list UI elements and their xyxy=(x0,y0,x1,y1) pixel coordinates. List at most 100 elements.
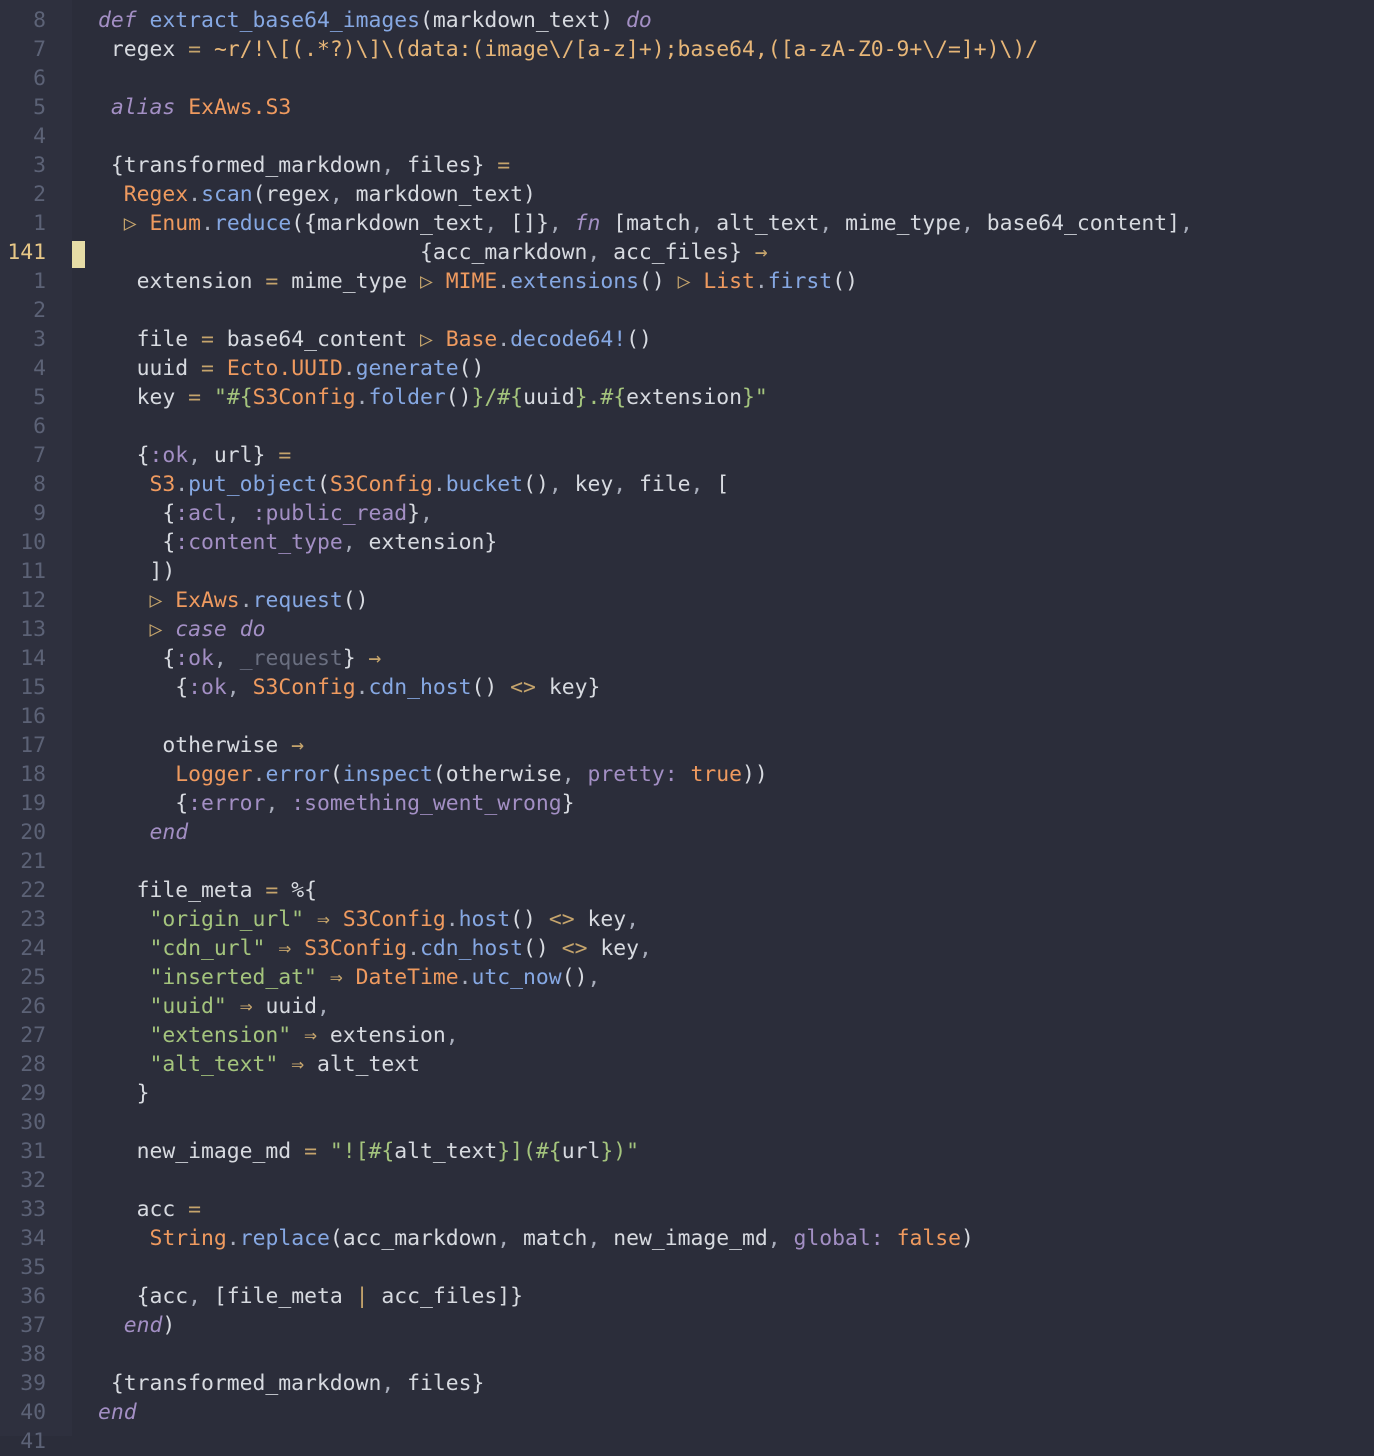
code-token: → xyxy=(291,733,305,758)
code-token: :public_read xyxy=(252,501,408,526)
code-area[interactable]: def extract_base64_images(markdown_text)… xyxy=(72,0,1374,1436)
code-line[interactable]: {:ok, S3Config.cdn_host() <> key} xyxy=(98,673,600,702)
code-token: , xyxy=(690,211,704,236)
code-token: Enum xyxy=(149,211,202,236)
code-line[interactable]: end xyxy=(98,818,189,847)
code-line[interactable]: {:ok, _request} → xyxy=(98,644,381,673)
code-line[interactable]: end xyxy=(98,1398,137,1427)
code-line[interactable]: ▷ case do xyxy=(98,615,266,644)
code-token: . xyxy=(458,965,472,990)
code-token: S3Config xyxy=(329,472,433,497)
code-line[interactable]: {:error, :something_went_wrong} xyxy=(98,789,574,818)
line-number: 2 xyxy=(33,298,46,323)
code-token: , xyxy=(497,1226,511,1251)
code-token: ▷ xyxy=(123,211,137,236)
code-line[interactable]: file_meta = %{ xyxy=(98,876,317,905)
code-line[interactable]: ▷ ExAws.request() xyxy=(98,586,369,615)
code-line[interactable]: "alt_text" ⇒ alt_text xyxy=(98,1050,420,1079)
code-token: → xyxy=(368,646,382,671)
code-line[interactable]: String.replace(acc_markdown, match, new_… xyxy=(98,1224,974,1253)
code-token: () xyxy=(510,907,549,932)
code-line[interactable]: S3.put_object(S3Config.bucket(), key, fi… xyxy=(98,470,730,499)
code-token: , xyxy=(316,994,330,1019)
code-line[interactable]: "extension" ⇒ extension, xyxy=(98,1021,459,1050)
line-number: 19 xyxy=(20,791,46,816)
code-line[interactable]: {:ok, url} = xyxy=(98,441,292,470)
code-line[interactable]: ▷ Enum.reduce({markdown_text, []}, fn [m… xyxy=(98,209,1193,238)
code-line[interactable]: "origin_url" ⇒ S3Config.host() <> key, xyxy=(98,905,639,934)
code-token: first xyxy=(767,269,833,294)
code-token: base64_content xyxy=(213,327,420,352)
code-token: :ok xyxy=(188,675,227,700)
code-token: base64_content] xyxy=(973,211,1180,236)
code-token: utc_now xyxy=(471,965,562,990)
code-line[interactable]: } xyxy=(98,1079,150,1108)
code-line[interactable]: "uuid" ⇒ uuid, xyxy=(98,992,330,1021)
line-number: 40 xyxy=(20,1400,46,1425)
code-token: true xyxy=(690,762,743,787)
code-line[interactable]: key = "#{S3Config.folder()}/#{uuid}.#{ex… xyxy=(98,383,768,412)
code-line[interactable]: Logger.error(inspect(otherwise, pretty: … xyxy=(98,760,768,789)
code-token: :something_went_wrong xyxy=(291,791,562,816)
code-line[interactable]: uuid = Ecto.UUID.generate() xyxy=(98,354,485,383)
code-line[interactable]: extension = mime_type ▷ MIME.extensions(… xyxy=(98,267,858,296)
code-line[interactable]: ]) xyxy=(98,557,176,586)
code-line[interactable]: otherwise → xyxy=(98,731,304,760)
code-line[interactable]: Regex.scan(regex, markdown_text) xyxy=(98,180,536,209)
code-line[interactable]: acc = xyxy=(98,1195,201,1224)
code-token: , xyxy=(613,472,627,497)
code-token: }/#{ xyxy=(471,385,524,410)
code-line[interactable]: "inserted_at" ⇒ DateTime.utc_now(), xyxy=(98,963,601,992)
code-line[interactable]: {acc_markdown, acc_files} → xyxy=(98,238,768,267)
line-number: 36 xyxy=(20,1284,46,1309)
code-token: files} xyxy=(394,1371,485,1396)
code-token: alt_text xyxy=(304,1052,420,1077)
code-token: ▷ xyxy=(419,269,433,294)
code-line[interactable]: {acc, [file_meta | acc_files]} xyxy=(98,1282,523,1311)
code-token: , xyxy=(638,936,652,961)
line-number: 18 xyxy=(20,762,46,787)
code-editor[interactable]: 8 7 6 5 4 3 2 1 141 1 2 3 4 5 6 7 8 9 10 11 12 13 14 15 16 17 18 19… xyxy=(0,0,1374,1454)
code-token: S3Config xyxy=(342,907,446,932)
code-token: extract_base64_images xyxy=(149,8,420,33)
code-line[interactable]: {transformed_markdown, files} = xyxy=(98,151,510,180)
code-token: () xyxy=(445,385,472,410)
code-token: generate xyxy=(355,356,459,381)
text-cursor xyxy=(72,241,85,268)
code-line[interactable]: def extract_base64_images(markdown_text)… xyxy=(98,6,652,35)
code-token: , xyxy=(1179,211,1193,236)
code-line[interactable]: "cdn_url" ⇒ S3Config.cdn_host() <> key, xyxy=(98,934,652,963)
code-token: uuid xyxy=(523,385,575,410)
line-number: 26 xyxy=(20,994,46,1019)
code-token: {acc xyxy=(98,1284,189,1309)
line-number: 29 xyxy=(20,1081,46,1106)
code-token: List xyxy=(703,269,755,294)
code-token: def xyxy=(98,8,137,33)
code-line[interactable]: file = base64_content ▷ Base.decode64!() xyxy=(98,325,652,354)
code-line[interactable]: {:acl, :public_read}, xyxy=(98,499,433,528)
code-token: MIME xyxy=(445,269,498,294)
code-token: ▷ xyxy=(677,269,691,294)
line-number: 23 xyxy=(20,907,46,932)
code-line[interactable]: alias ExAws.S3 xyxy=(98,93,291,122)
code-line[interactable]: {:content_type, extension} xyxy=(98,528,497,557)
code-line[interactable]: regex = ~r/!\[(.*?)\]\(data:(image\/[a-z… xyxy=(98,35,1038,64)
code-token: (otherwise xyxy=(432,762,562,787)
code-token: acc xyxy=(98,1197,189,1222)
code-line[interactable]: end) xyxy=(98,1311,176,1340)
code-token: { xyxy=(98,675,189,700)
code-line[interactable]: new_image_md = "![#{alt_text}](#{url})" xyxy=(98,1137,639,1166)
code-line[interactable]: {transformed_markdown, files} xyxy=(98,1369,485,1398)
code-token: key} xyxy=(535,675,601,700)
